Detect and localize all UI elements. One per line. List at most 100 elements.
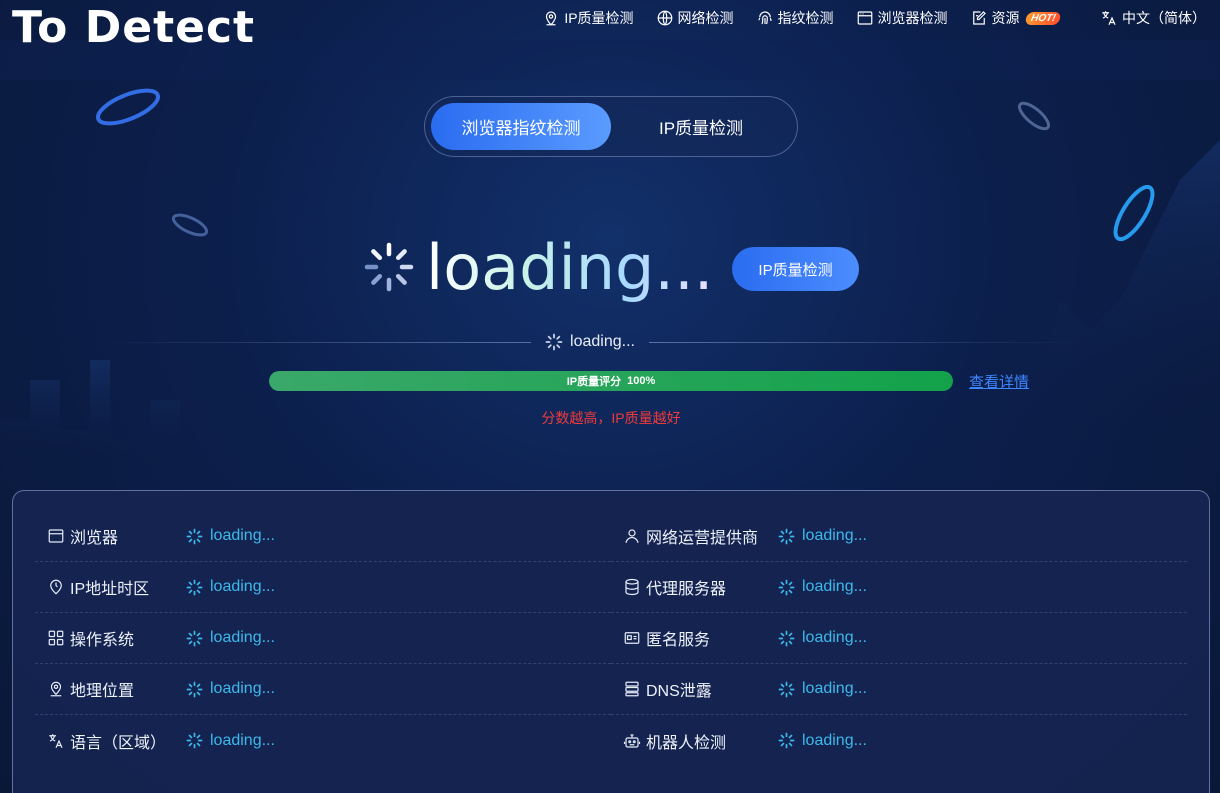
view-details-link[interactable]: 查看详情 [969,371,1029,392]
row-value: loading... [778,732,867,750]
row-bot-detection: 机器人检测 loading... [611,715,1187,766]
ip-score-label: IP质量评分 [566,376,622,388]
nav-fingerprint[interactable]: 指纹检测 [756,8,834,28]
row-value: loading... [778,629,867,647]
map-pin-icon [546,11,557,26]
row-value: loading... [778,680,867,698]
ip-quality-button[interactable]: IP质量检测 [732,247,859,291]
top-header: To Detect IP质量检测 网络检测 指纹检测 浏览器检测 资源 HOT!… [0,0,1220,53]
nav-browser-label: 浏览器检测 [877,10,948,26]
row-label: 操作系统 [70,632,135,649]
row-anonymous: 匿名服务 loading... [611,613,1187,664]
ip-score-percent: 100% [627,375,656,387]
row-label: 匿名服务 [646,632,711,649]
row-label: DNS泄露 [646,683,712,700]
row-label: 地理位置 [70,683,135,700]
nav-resources-label: 资源 [991,10,1020,26]
user-icon [625,529,639,543]
detection-panel: 浏览器 loading... 网络运营提供商 loading... IP地址时区… [12,490,1210,793]
hot-badge: HOT! [1024,11,1062,25]
row-value-text: loading... [210,578,275,595]
row-value: loading... [186,680,275,698]
spinner-icon [186,528,203,544]
row-value-text: loading... [210,680,275,697]
spinner-icon [186,732,203,749]
translate-icon [49,733,63,748]
database-icon [625,578,639,596]
row-value-text: loading... [210,629,275,646]
translate-icon [1102,11,1116,25]
status-divider: loading... [100,330,1080,354]
logo-text-to: To [12,2,69,53]
server-stack-icon [625,681,639,697]
nav-language[interactable]: 中文（简体） [1100,8,1206,28]
row-label: 语言（区域） [70,734,167,752]
row-value: loading... [186,732,275,750]
row-value: loading... [186,578,275,596]
row-label: IP地址时区 [70,581,150,598]
spinner-icon [186,630,203,646]
row-value: loading... [778,578,867,596]
row-value-text: loading... [802,629,867,646]
browser-window-icon [857,11,872,25]
row-language: 语言（区域） loading... [35,715,611,766]
nav-resources[interactable]: 资源 HOT! [970,8,1062,28]
nav-ip-quality[interactable]: IP质量检测 [542,8,634,28]
spinner-icon [778,732,795,749]
grid-apps-icon [48,630,64,646]
globe-icon [657,10,672,26]
row-os: 操作系统 loading... [35,613,611,664]
tab-browser-fingerprint[interactable]: 浏览器指纹检测 [431,103,611,150]
nav-browser[interactable]: 浏览器检测 [856,8,948,28]
row-label: 代理服务器 [646,581,727,598]
spinner-icon [186,579,203,595]
fingerprint-icon [757,11,772,25]
status-loading-text: loading... [570,333,635,350]
nav-language-label: 中文（简体） [1122,10,1206,26]
main-loading-text: loading... [426,230,714,304]
spinner-icon [778,528,795,544]
map-pin-icon [50,681,62,697]
spinner-icon [186,681,203,697]
row-browser: 浏览器 loading... [35,511,611,562]
spinner-icon [545,333,563,351]
mode-tabs: 浏览器指纹检测 IP质量检测 [424,96,798,157]
browser-window-icon [48,529,64,543]
score-hint: 分数越高，IP质量越好 [541,410,681,426]
row-ip-timezone: IP地址时区 loading... [35,562,611,613]
row-dns-leak: DNS泄露 loading... [611,664,1187,715]
spinner-icon [778,681,795,697]
row-value-text: loading... [802,680,867,697]
nav-ip-quality-label: IP质量检测 [564,10,634,26]
id-card-icon [624,632,640,644]
row-value-text: loading... [210,527,275,544]
ip-score-progress: IP质量评分 100% [269,371,953,391]
row-geo-location: 地理位置 loading... [35,664,611,715]
row-value: loading... [186,527,275,545]
top-nav: IP质量检测 网络检测 指纹检测 浏览器检测 资源 HOT! 中文（简体） [520,8,1206,28]
row-proxy: 代理服务器 loading... [611,562,1187,613]
row-value-text: loading... [210,731,275,749]
spinner-icon [364,242,414,292]
row-value: loading... [186,629,275,647]
status-loading: loading... [545,333,635,351]
row-label: 浏览器 [70,530,119,547]
brand-logo[interactable]: To Detect [12,2,255,54]
detection-grid: 浏览器 loading... 网络运营提供商 loading... IP地址时区… [35,511,1187,766]
ip-score-progress-fill: IP质量评分 100% [269,371,953,391]
robot-icon [623,733,641,748]
row-label: 机器人检测 [646,734,727,752]
spinner-icon [778,630,795,646]
row-isp: 网络运营提供商 loading... [611,511,1187,562]
nav-network[interactable]: 网络检测 [656,8,734,28]
row-value-text: loading... [802,731,867,749]
nav-fingerprint-label: 指纹检测 [777,10,834,26]
row-value-text: loading... [802,527,867,544]
tab-ip-quality[interactable]: IP质量检测 [611,103,791,150]
row-value: loading... [778,527,867,545]
clock-pin-icon [50,579,62,595]
logo-text-detect: Detect [84,2,256,53]
divider-line-right [648,341,1080,343]
nav-network-label: 网络检测 [677,10,734,26]
edit-doc-icon [972,11,986,25]
